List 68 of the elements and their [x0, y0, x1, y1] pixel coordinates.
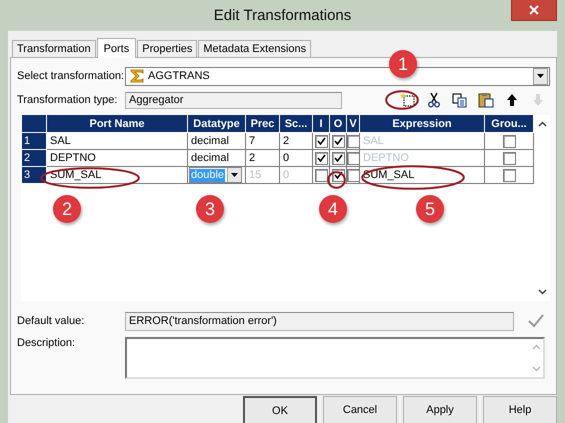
field-label: Transformation type:: [17, 94, 118, 106]
table-cell: 2: [246, 150, 280, 166]
checkbox[interactable]: [314, 152, 328, 164]
dialog-button[interactable]: OK: [243, 396, 317, 423]
checkbox[interactable]: [502, 134, 516, 148]
sigma-icon: [130, 69, 144, 83]
column-header[interactable]: Grou...: [484, 115, 534, 132]
checkbox[interactable]: [314, 134, 328, 148]
table-cell: decimal: [191, 135, 229, 147]
table-cell: SAL: [360, 132, 484, 150]
clipboard-icon: [478, 92, 494, 108]
row-number: 1: [22, 132, 46, 150]
header-cell: [22, 115, 46, 132]
dialog-button[interactable]: Help: [483, 396, 557, 423]
table-cell: DEPTNO: [46, 150, 188, 166]
default-value-field[interactable]: ERROR('transformation error'): [125, 312, 514, 330]
checkbox[interactable]: [347, 134, 360, 148]
arrow-down-icon: [530, 92, 546, 108]
column-header[interactable]: I: [312, 115, 330, 132]
new-item-icon: [400, 92, 416, 108]
checkbox[interactable]: [502, 168, 516, 182]
close-icon: [529, 5, 539, 15]
window-title: Edit Transformations: [214, 7, 352, 24]
table-cell: SUM_SAL: [360, 166, 484, 184]
field-label: Description:: [17, 337, 76, 349]
dialog-button[interactable]: Apply: [403, 396, 477, 423]
highlight-overlay: [385, 90, 419, 110]
arrow-up-icon: [504, 92, 520, 108]
checkbox[interactable]: [332, 152, 344, 164]
table-cell: 15: [246, 166, 280, 184]
tab[interactable]: Properties: [137, 40, 198, 57]
table-cell: decimal: [191, 152, 229, 164]
column-header[interactable]: O: [330, 115, 346, 132]
column-header[interactable]: Prec: [246, 115, 280, 132]
checkbox[interactable]: [332, 134, 344, 148]
column-header[interactable]: Sc...: [280, 115, 312, 132]
field-label: Default value:: [17, 315, 86, 327]
scroll-down-icon[interactable]: [538, 289, 546, 295]
column-header[interactable]: Expression: [360, 115, 484, 132]
close-button[interactable]: [511, 0, 557, 21]
check-icon[interactable]: [528, 314, 544, 328]
tab[interactable]: Transformation: [12, 40, 96, 57]
checkbox[interactable]: [347, 168, 360, 182]
scroll-up-icon[interactable]: [538, 121, 546, 127]
highlight-overlay: [327, 171, 346, 189]
column-header[interactable]: V: [346, 115, 360, 132]
column-header[interactable]: Datatype: [188, 115, 246, 132]
row-number: 2: [22, 150, 46, 166]
checkbox[interactable]: [347, 152, 360, 164]
paste-button[interactable]: [476, 91, 496, 109]
table-cell: DEPTNO: [360, 150, 484, 166]
scrollbar[interactable]: [534, 115, 550, 301]
column-header[interactable]: Port Name: [46, 115, 188, 132]
field-label: Select transformation:: [17, 70, 125, 82]
type-field: Aggregator: [125, 92, 342, 108]
checkbox[interactable]: [314, 168, 328, 182]
table-cell: SAL: [46, 132, 188, 150]
table-cell: 0: [280, 150, 312, 166]
tab[interactable]: Ports: [96, 38, 136, 58]
table-cell: 7: [246, 132, 280, 150]
table-cell: 2: [280, 132, 312, 150]
dropdown-arrow-icon: [231, 173, 238, 177]
table-cell: 0: [280, 166, 312, 184]
tab[interactable]: Metadata Extensions: [198, 40, 312, 57]
checkbox[interactable]: [502, 152, 516, 164]
copy-icon: [452, 92, 468, 108]
scissors-icon: [426, 92, 442, 108]
dialog-button[interactable]: Cancel: [323, 396, 397, 423]
